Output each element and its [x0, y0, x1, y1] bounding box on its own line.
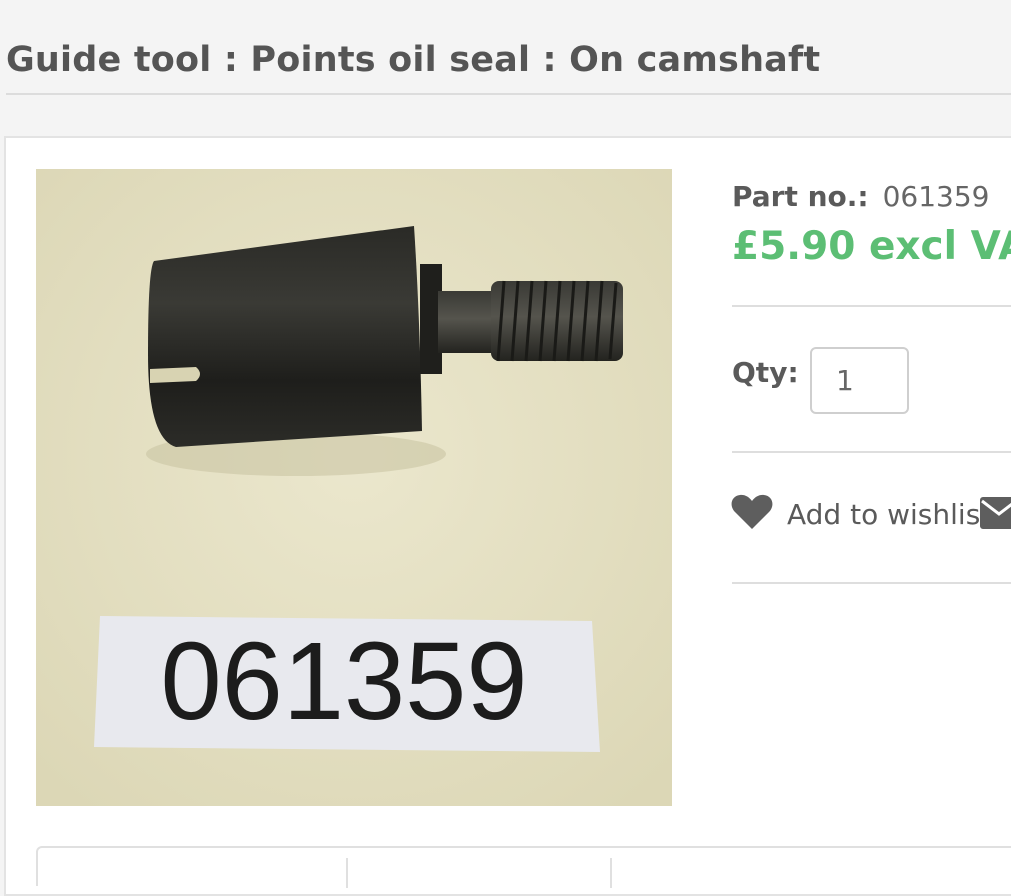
- qty-label: Qty:: [732, 356, 799, 389]
- product-photo: 061359: [36, 169, 672, 806]
- part-number-value: 061359: [882, 180, 990, 213]
- tab-divider: [610, 858, 612, 888]
- title-divider: [6, 93, 1011, 95]
- product-tabs: [36, 846, 1011, 888]
- divider: [732, 305, 1011, 307]
- price: £5.90 excl VAT: [732, 224, 1011, 269]
- page-title: Guide tool : Points oil seal : On camsha…: [6, 40, 821, 80]
- heart-icon: [731, 493, 773, 535]
- wishlist-label: Add to wishlist: [787, 497, 992, 531]
- product-image[interactable]: 061359: [36, 169, 672, 806]
- divider: [732, 451, 1011, 453]
- part-number: Part no.: 061359: [732, 180, 990, 213]
- divider: [732, 582, 1011, 584]
- add-to-wishlist-link[interactable]: Add to wishlist: [731, 493, 991, 535]
- qty-input[interactable]: [810, 347, 909, 414]
- envelope-icon[interactable]: [979, 496, 1011, 534]
- image-part-label: 061359: [160, 620, 527, 743]
- tab-divider: [346, 858, 348, 888]
- part-number-label: Part no.:: [732, 180, 869, 213]
